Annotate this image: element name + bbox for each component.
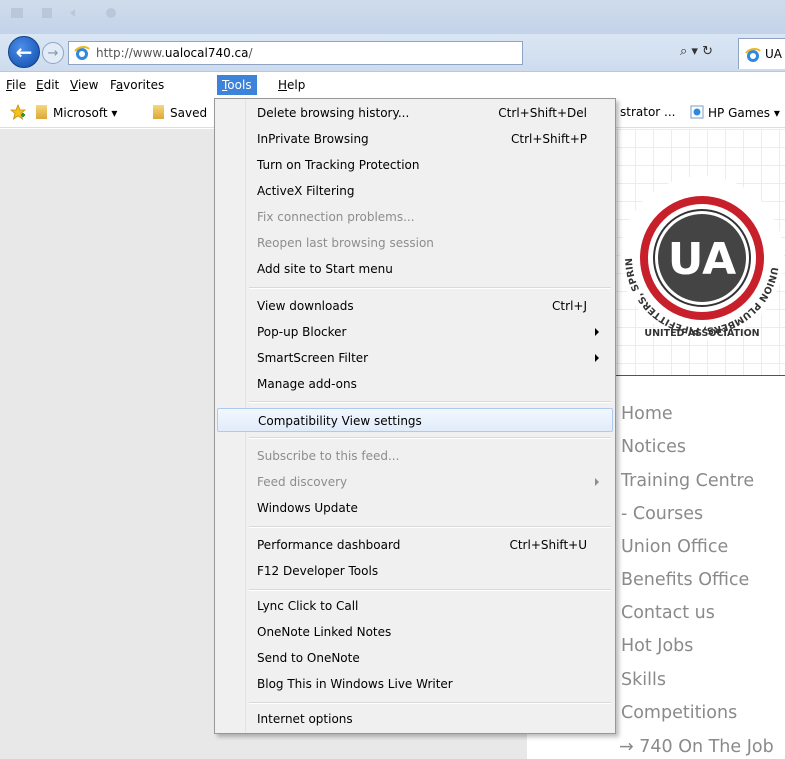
favorite-hp-games[interactable]: HP Games ▾ (690, 105, 780, 120)
menu-view[interactable]: View (66, 76, 102, 94)
menu-lync-click-to-call[interactable]: Lync Click to Call (217, 594, 613, 618)
menu-popup-blocker[interactable]: Pop-up Blocker (217, 320, 613, 344)
save-icon[interactable] (40, 6, 54, 20)
menu-manage-addons[interactable]: Manage add-ons (217, 372, 613, 396)
menu-file[interactable]: File (2, 76, 30, 94)
united-association-logo: UA UNION PLUMBERS, PIPEFITTERS, SPRINKLE… (612, 168, 784, 340)
menu-separator (249, 589, 611, 590)
submenu-arrow-icon (595, 354, 599, 362)
menu-favorites[interactable]: Favorites (106, 76, 168, 94)
menu-f12-developer-tools[interactable]: F12 Developer Tools (217, 559, 613, 583)
arrow-right-icon: → (47, 45, 59, 61)
menu-edit[interactable]: Edit (32, 76, 63, 94)
menu-help[interactable]: Help (274, 76, 309, 94)
site-nav-union-office[interactable]: Union Office (621, 537, 728, 557)
menu-view-downloads[interactable]: View downloads Ctrl+J (217, 294, 613, 318)
menu-separator (249, 526, 611, 527)
site-nav-skills[interactable]: Skills (621, 670, 666, 690)
menu-compatibility-view-settings[interactable]: Compatibility View settings (217, 408, 613, 432)
folder-icon (153, 105, 164, 119)
menu-separator (249, 437, 611, 438)
menu-separator (249, 401, 611, 402)
site-nav-notices[interactable]: Notices (621, 437, 686, 457)
menu-add-site-to-start[interactable]: Add site to Start menu (217, 257, 613, 281)
submenu-arrow-icon (595, 328, 599, 336)
ie-logo-icon (745, 48, 761, 62)
favorite-administrator[interactable]: strator ... (620, 105, 675, 119)
ie-logo-icon (74, 46, 90, 60)
site-nav-home[interactable]: Home (621, 404, 673, 424)
back-button[interactable]: ← (8, 36, 40, 68)
search-refresh-controls[interactable]: ⌕ ▾ ↻ (680, 44, 713, 59)
submenu-arrow-icon (595, 478, 599, 486)
site-nav-benefits-office[interactable]: Benefits Office (621, 570, 749, 590)
tab-title: UA (765, 47, 782, 61)
menu-smartscreen-filter[interactable]: SmartScreen Filter (217, 346, 613, 370)
logo-center-text: UA (668, 234, 736, 285)
menu-separator (249, 702, 611, 703)
site-nav-training-centre[interactable]: Training Centre (621, 471, 754, 491)
favorite-folder-microsoft[interactable]: Microsoft ▾ (36, 105, 117, 120)
menu-send-to-onenote[interactable]: Send to OneNote (217, 646, 613, 670)
menu-tracking-protection[interactable]: Turn on Tracking Protection (217, 153, 613, 177)
site-nav-courses[interactable]: - Courses (621, 504, 703, 524)
favorite-folder-saved[interactable]: Saved (153, 105, 207, 120)
menu-feed-discovery: Feed discovery (217, 470, 613, 494)
ie-page-icon (690, 105, 704, 119)
logo-bottom-text: UNITED ASSOCIATION (644, 328, 759, 339)
address-bar[interactable]: http://www.ualocal740.ca/ (68, 41, 523, 65)
navigation-bar: ← → http://www.ualocal740.ca/ ⌕ ▾ ↻ UA (0, 34, 785, 72)
window-title-strip (0, 0, 785, 34)
menu-onenote-linked-notes[interactable]: OneNote Linked Notes (217, 620, 613, 644)
menu-windows-update[interactable]: Windows Update (217, 496, 613, 520)
undo-icon[interactable] (68, 6, 82, 20)
menu-subscribe-feed: Subscribe to this feed... (257, 449, 400, 463)
ie-small-icon[interactable] (10, 6, 24, 20)
tools-menu-dropdown: Delete browsing history... Ctrl+Shift+Del… (214, 98, 616, 734)
arrow-left-icon: ← (15, 40, 33, 64)
add-favorites-star-icon[interactable] (10, 104, 26, 120)
menu-fix-connection-problems: Fix connection problems... (257, 210, 415, 224)
url-text[interactable]: http://www.ualocal740.ca/ (96, 46, 253, 60)
menu-bar: File Edit View Favorites Tools Help (0, 72, 785, 98)
folder-icon (36, 105, 47, 119)
menu-reopen-last-session: Reopen last browsing session (257, 236, 434, 250)
menu-performance-dashboard[interactable]: Performance dashboard Ctrl+Shift+U (217, 533, 613, 557)
menu-delete-browsing-history[interactable]: Delete browsing history... Ctrl+Shift+Del (217, 101, 613, 125)
site-nav-740-on-the-job[interactable]: → 740 On The Job (619, 737, 774, 757)
menu-internet-options[interactable]: Internet options (217, 707, 613, 731)
site-nav-hot-jobs[interactable]: Hot Jobs (621, 636, 693, 656)
forward-button[interactable]: → (42, 42, 64, 64)
site-nav-contact-us[interactable]: Contact us (621, 603, 715, 623)
menu-tools[interactable]: Tools (217, 75, 257, 95)
menu-inprivate-browsing[interactable]: InPrivate Browsing Ctrl+Shift+P (217, 127, 613, 151)
menu-activex-filtering[interactable]: ActiveX Filtering (217, 179, 613, 203)
header-red-rule (610, 375, 785, 376)
site-nav-competitions[interactable]: Competitions (621, 703, 737, 723)
settings-icon[interactable] (104, 6, 118, 20)
menu-separator (249, 287, 611, 288)
tab-current[interactable]: UA (738, 38, 785, 69)
menu-blog-this-live-writer[interactable]: Blog This in Windows Live Writer (217, 672, 613, 696)
